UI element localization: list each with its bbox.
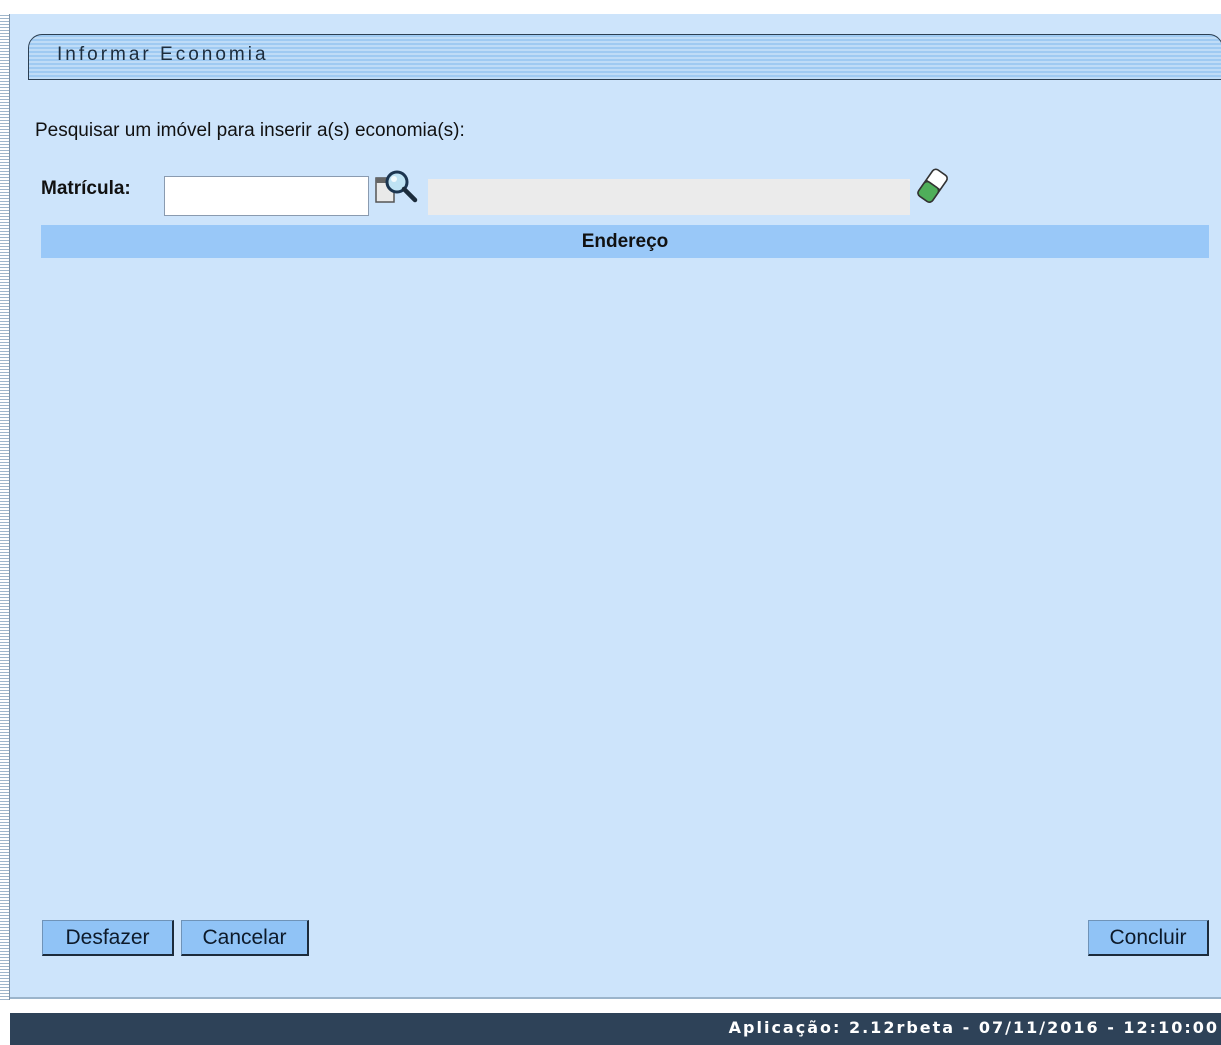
address-column-header: Endereço — [41, 225, 1209, 258]
search-prompt: Pesquisar um imóvel para inserir a(s) ec… — [35, 120, 465, 141]
undo-button[interactable]: Desfazer — [42, 920, 174, 956]
page-title: Informar Economia — [57, 44, 269, 65]
search-icon[interactable] — [373, 166, 425, 210]
finish-button[interactable]: Concluir — [1088, 920, 1209, 956]
top-strip — [0, 0, 1221, 15]
main-panel: Informar Economia Pesquisar um imóvel pa… — [10, 14, 1221, 999]
matricula-label: Matrícula: — [41, 178, 131, 199]
eraser-icon[interactable] — [913, 165, 953, 207]
title-bar: Informar Economia — [28, 34, 1221, 80]
property-description-field — [428, 179, 910, 215]
matricula-input[interactable] — [164, 176, 369, 216]
app-version-text: Aplicação: 2.12rbeta - 07/11/2016 - 12:1… — [728, 1018, 1219, 1037]
footer-bar: Aplicação: 2.12rbeta - 07/11/2016 - 12:1… — [10, 1013, 1221, 1045]
left-rail — [0, 14, 10, 1000]
cancel-button[interactable]: Cancelar — [181, 920, 309, 956]
